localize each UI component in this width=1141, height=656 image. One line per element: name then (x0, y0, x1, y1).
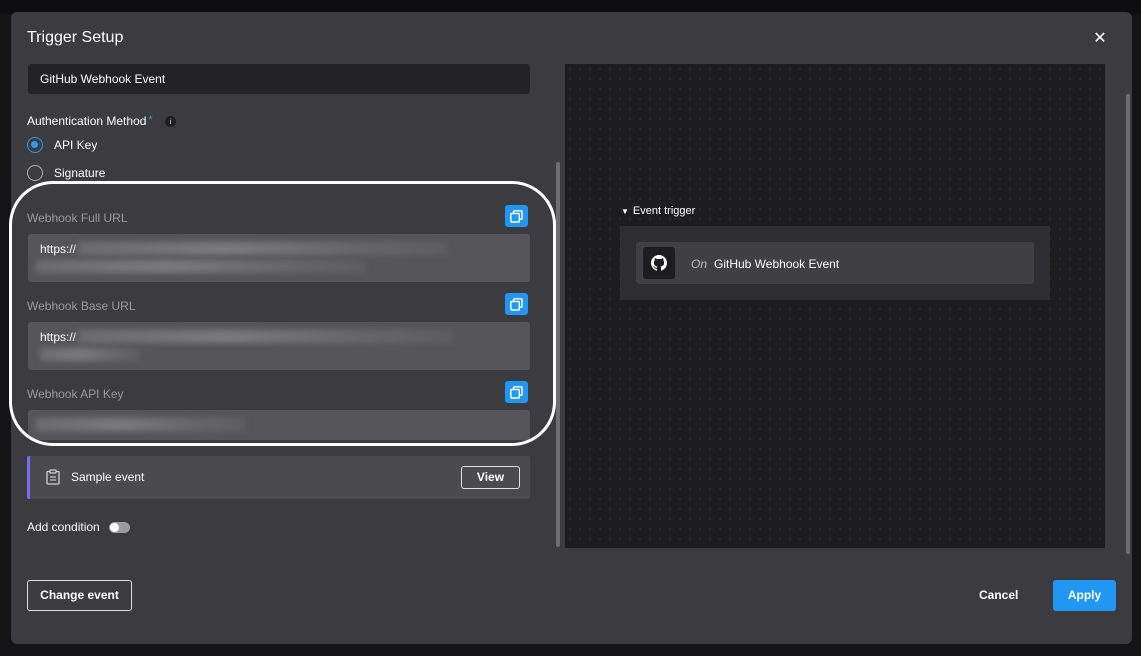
right-scrollbar[interactable] (1126, 94, 1130, 554)
event-trigger-panel: On GitHub Webhook Event (620, 226, 1050, 300)
info-icon[interactable]: i (165, 116, 176, 127)
radio-button-unchecked[interactable] (27, 165, 43, 181)
add-condition-row: Add condition (27, 520, 130, 534)
event-trigger-card[interactable]: On GitHub Webhook Event (636, 242, 1034, 284)
sample-event-label: Sample event (71, 470, 145, 484)
event-card-prefix: On (691, 257, 708, 271)
event-trigger-header[interactable]: ▼ Event trigger (621, 205, 695, 217)
add-condition-toggle[interactable] (108, 521, 130, 533)
radio-button-checked[interactable] (27, 137, 43, 153)
clipboard-icon (46, 469, 60, 485)
required-mark: * (148, 114, 153, 126)
sample-event-panel: Sample event View (27, 456, 530, 499)
radio-label-api-key: API Key (54, 138, 98, 152)
trigger-setup-dialog: Trigger Setup ✕ GitHub Webhook Event Aut… (9, 12, 1132, 644)
add-condition-label: Add condition (27, 520, 100, 534)
event-trigger-label: Event trigger (632, 205, 696, 217)
caret-down-icon: ▼ (621, 206, 629, 216)
left-scrollbar[interactable] (556, 162, 560, 547)
auth-method-label-text: Authentication Method (27, 114, 147, 128)
trigger-name-input[interactable]: GitHub Webhook Event (28, 64, 530, 94)
radio-label-signature: Signature (54, 166, 106, 180)
github-icon (643, 247, 675, 279)
cancel-button[interactable]: Cancel (979, 588, 1018, 602)
highlight-annotation (9, 181, 556, 446)
github-logo (651, 255, 667, 271)
radio-signature[interactable]: Signature (27, 165, 105, 181)
view-sample-button[interactable]: View (461, 466, 520, 489)
close-icon[interactable]: ✕ (1091, 30, 1109, 48)
apply-button[interactable]: Apply (1053, 580, 1116, 611)
auth-method-label: Authentication Method * (27, 114, 153, 128)
workflow-canvas[interactable]: ▼ Event trigger On GitHub Webhook Event (565, 64, 1105, 548)
event-card-name: GitHub Webhook Event (714, 257, 840, 271)
change-event-button[interactable]: Change event (27, 580, 132, 611)
radio-api-key[interactable]: API Key (27, 137, 97, 153)
dialog-title: Trigger Setup (27, 29, 124, 46)
